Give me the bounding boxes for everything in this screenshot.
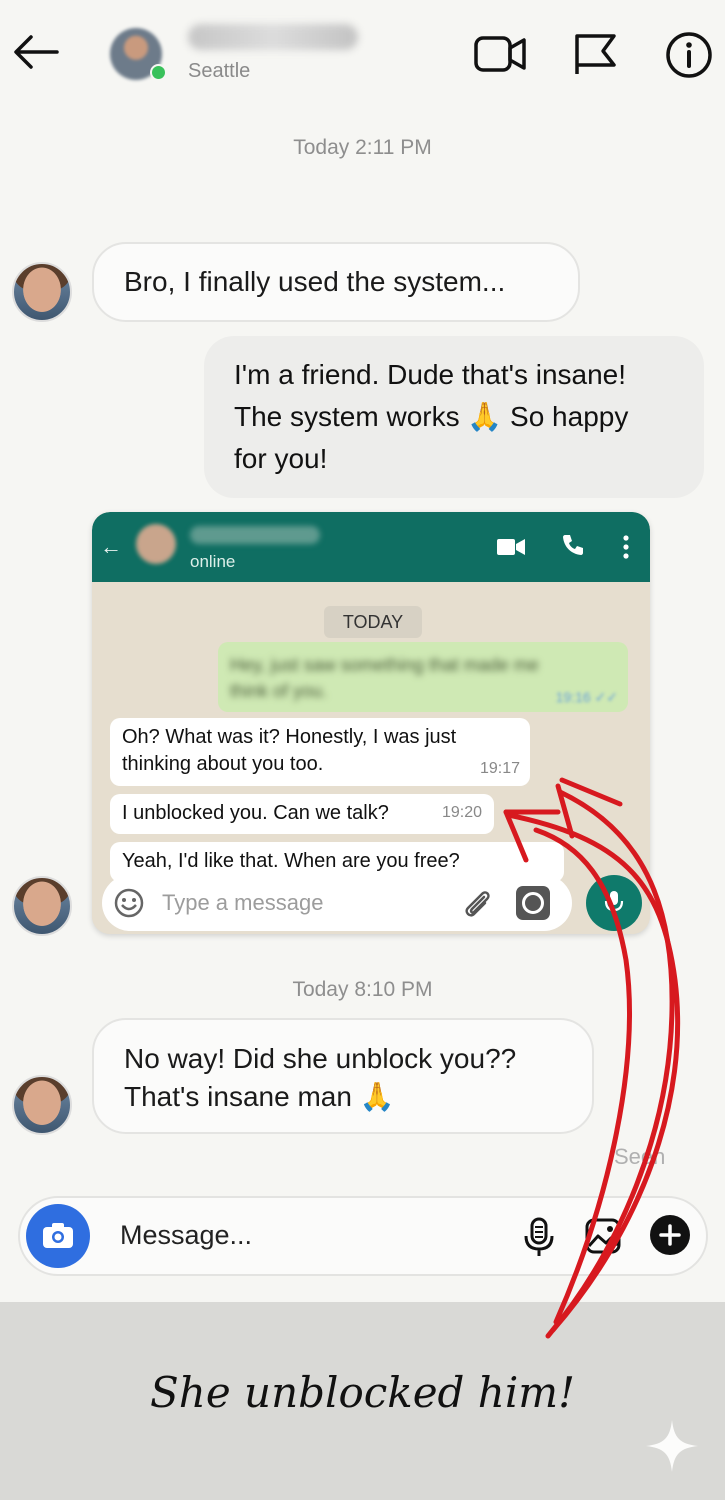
plus-icon xyxy=(659,1224,681,1246)
whatsapp-contact-name-blurred xyxy=(190,526,320,544)
whatsapp-day-label: TODAY xyxy=(324,606,422,638)
whatsapp-phone-icon xyxy=(563,535,583,555)
emoji-icon xyxy=(114,888,144,918)
caption-text: She unblocked him! xyxy=(150,1368,575,1417)
message-text: Bro, I finally used the system... xyxy=(124,266,506,297)
wa-msg-line: Oh? What was it? Honestly, I was just xyxy=(122,726,457,748)
microphone-icon xyxy=(524,1217,554,1256)
online-indicator xyxy=(150,64,167,81)
info-icon xyxy=(666,32,712,78)
wa-camera-icon xyxy=(516,886,550,920)
whatsapp-status: online xyxy=(190,552,236,571)
message-bubble-outgoing[interactable]: I'm a friend. Dude that's insane! The sy… xyxy=(204,336,704,498)
blurred-time: 19:16 ✓✓ xyxy=(555,689,618,705)
sparkle-icon xyxy=(646,1420,698,1472)
whatsapp-incoming-message: I unblocked you. Can we talk? 19:20 xyxy=(110,794,494,834)
message-input[interactable]: Message... xyxy=(120,1220,252,1251)
blurred-line: think of you. xyxy=(230,681,328,701)
message-bubble-incoming[interactable]: Bro, I finally used the system... xyxy=(92,242,580,322)
wa-msg-line: thinking about you too. xyxy=(122,753,324,775)
whatsapp-incoming-message: Oh? What was it? Honestly, I was just th… xyxy=(110,718,530,786)
whatsapp-mic-button xyxy=(586,875,642,931)
report-button[interactable] xyxy=(570,30,620,76)
back-arrow-icon xyxy=(14,35,59,69)
gallery-button[interactable] xyxy=(584,1217,622,1255)
more-button[interactable] xyxy=(650,1215,690,1255)
shared-screenshot[interactable]: ← online TODAY Hey, just saw something t… xyxy=(92,512,650,934)
contact-location: Seattle xyxy=(188,60,251,82)
sender-avatar[interactable] xyxy=(12,262,72,322)
sender-avatar[interactable] xyxy=(12,1075,72,1135)
video-call-button[interactable] xyxy=(472,34,528,74)
whatsapp-outgoing-blurred: Hey, just saw something that made me thi… xyxy=(218,642,628,712)
whatsapp-back-icon: ← xyxy=(100,534,122,559)
wa-msg-time: 19:20 xyxy=(441,804,482,821)
message-text-line: I'm a friend. Dude that's insane! xyxy=(234,359,627,390)
message-bubble-incoming[interactable]: No way! Did she unblock you?? That's ins… xyxy=(92,1018,594,1134)
whatsapp-input-bar: Type a message xyxy=(102,875,572,931)
message-text-line: The system works 🙏 So happy xyxy=(234,401,629,432)
whatsapp-chat-area: TODAY Hey, just saw something that made … xyxy=(92,582,650,934)
wa-msg-text: I unblocked you. Can we talk? xyxy=(122,802,389,824)
message-composer: Message... xyxy=(18,1196,708,1276)
gallery-icon xyxy=(585,1218,621,1254)
whatsapp-avatar xyxy=(136,524,176,564)
voice-message-button[interactable] xyxy=(522,1216,556,1258)
wa-msg-time: 19:17 xyxy=(479,760,520,777)
sender-avatar[interactable] xyxy=(12,876,72,936)
back-button[interactable] xyxy=(10,30,62,74)
video-call-icon xyxy=(474,36,526,72)
contact-name-blurred[interactable] xyxy=(188,24,358,50)
wa-msg-text: Yeah, I'd like that. When are you free? xyxy=(122,850,460,872)
blurred-line: Hey, just saw something that made me xyxy=(230,655,539,675)
timestamp: Today 2:11 PM xyxy=(293,136,432,159)
message-text-line: No way! Did she unblock you?? xyxy=(124,1043,517,1074)
message-text-line: for you! xyxy=(234,443,328,474)
whatsapp-message-placeholder: Type a message xyxy=(162,890,324,915)
flag-icon xyxy=(575,34,616,74)
camera-icon xyxy=(43,1223,73,1248)
microphone-icon xyxy=(604,891,624,915)
whatsapp-menu-icon xyxy=(623,535,629,559)
attach-icon xyxy=(465,891,490,917)
info-button[interactable] xyxy=(664,30,714,80)
timestamp: Today 8:10 PM xyxy=(292,978,433,1001)
message-text-line: That's insane man 🙏 xyxy=(124,1081,395,1112)
seen-label: Seen xyxy=(614,1144,666,1169)
whatsapp-header: ← online xyxy=(92,512,650,582)
camera-button[interactable] xyxy=(26,1204,90,1268)
whatsapp-video-icon xyxy=(497,539,525,555)
